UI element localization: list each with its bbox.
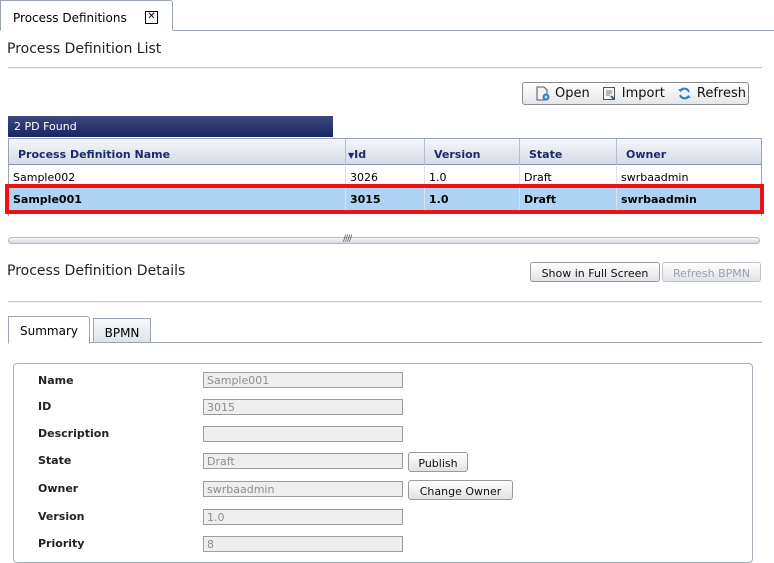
import-label: Import — [621, 86, 665, 101]
divider — [8, 67, 762, 69]
open-label: Open — [555, 86, 590, 101]
column-header-owner[interactable]: Owner — [617, 139, 761, 165]
open-document-icon — [535, 86, 550, 101]
id-label: ID — [38, 400, 52, 413]
change-owner-button[interactable]: Change Owner — [408, 480, 513, 500]
column-header-id[interactable]: ▼Id — [346, 139, 425, 165]
refresh-icon — [677, 86, 692, 101]
version-field[interactable]: 1.0 — [203, 509, 403, 525]
details-section-title: Process Definition Details — [7, 263, 186, 279]
id-field[interactable]: 3015 — [203, 399, 403, 415]
column-header-name[interactable]: Process Definition Name — [9, 139, 346, 165]
pane-splitter[interactable]: //// — [8, 234, 760, 244]
column-header-state[interactable]: State — [520, 139, 617, 165]
import-icon — [602, 86, 617, 101]
divider — [8, 301, 762, 303]
owner-field[interactable]: swrbaadmin — [203, 481, 403, 497]
list-section-title: Process Definition List — [7, 41, 162, 57]
column-header-version[interactable]: Version — [425, 139, 520, 165]
priority-label: Priority — [38, 537, 85, 550]
open-button[interactable]: Open — [531, 83, 594, 104]
tab-summary[interactable]: Summary — [8, 316, 90, 344]
state-label: State — [38, 454, 72, 467]
grip-icon: //// — [343, 234, 352, 244]
tab-process-definitions[interactable]: Process Definitions ✕ — [0, 0, 173, 31]
tab-label: Process Definitions — [13, 11, 127, 25]
refresh-bpmn-button[interactable]: Refresh BPMN — [662, 262, 761, 282]
tab-bpmn[interactable]: BPMN — [93, 318, 151, 343]
owner-label: Owner — [38, 482, 79, 495]
results-count-bar: 2 PD Found — [8, 116, 333, 137]
description-label: Description — [38, 427, 110, 440]
list-toolbar: Open Import Refresh — [522, 82, 749, 105]
import-button[interactable]: Import — [598, 83, 669, 104]
selection-highlight-box — [5, 184, 764, 214]
state-field[interactable]: Draft — [203, 453, 403, 469]
description-field[interactable] — [203, 426, 403, 442]
priority-field[interactable]: 8 — [203, 536, 403, 552]
refresh-label: Refresh — [696, 86, 746, 101]
name-label: Name — [38, 374, 74, 387]
table-header: Process Definition Name ▼Id Version Stat… — [9, 139, 761, 165]
results-count: 2 PD Found — [14, 120, 77, 133]
refresh-button[interactable]: Refresh — [673, 83, 750, 104]
publish-button[interactable]: Publish — [408, 452, 468, 472]
show-full-screen-button[interactable]: Show in Full Screen — [530, 262, 660, 282]
name-field[interactable]: Sample001 — [203, 372, 403, 388]
version-label: Version — [38, 510, 85, 523]
close-icon[interactable]: ✕ — [145, 11, 158, 24]
